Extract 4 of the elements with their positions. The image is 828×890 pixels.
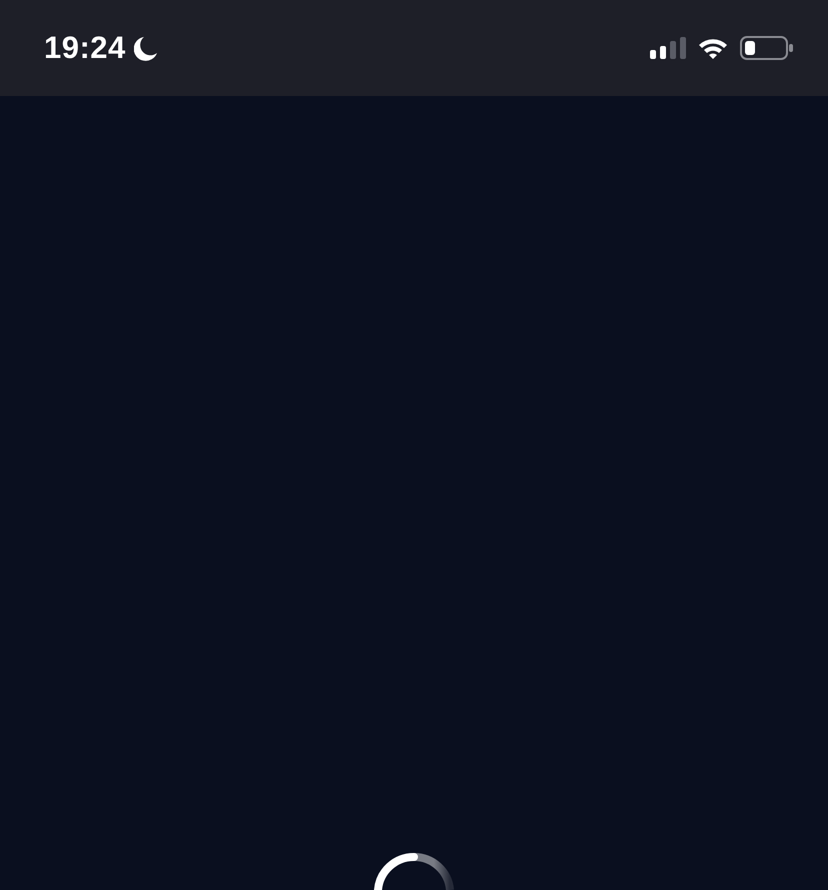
battery-icon [740,36,794,60]
wifi-icon [698,37,728,59]
signal-icon [650,37,686,59]
clock-time: 19:24 [44,30,126,66]
